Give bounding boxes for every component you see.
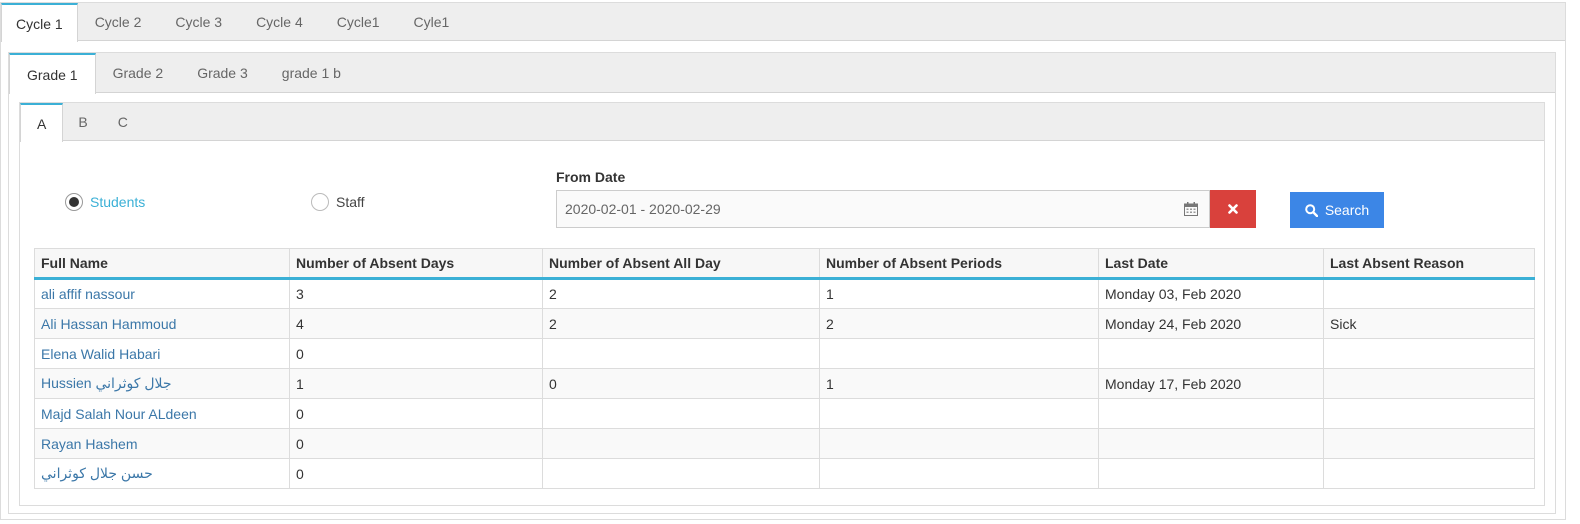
table-row: Hussien جلال كوثراني 1 0 1 Monday 17, Fe… xyxy=(34,368,1535,399)
absence-table: Full Name Number of Absent Days Number o… xyxy=(34,248,1535,489)
from-date-label: From Date xyxy=(556,169,626,185)
student-name-link[interactable]: Rayan Hashem xyxy=(34,428,290,459)
table-row: حسن جلال كوثراني 0 xyxy=(34,458,1535,489)
cell-last-reason xyxy=(1323,458,1535,489)
student-name-link[interactable]: Hussien جلال كوثراني xyxy=(34,368,290,399)
grade-tab-bar: Grade 1 Grade 2 Grade 3 grade 1 b xyxy=(9,53,1555,94)
search-button[interactable]: Search xyxy=(1290,192,1384,228)
cell-absent-all-day xyxy=(542,398,820,429)
student-name-link[interactable]: Elena Walid Habari xyxy=(34,338,290,369)
date-range-input[interactable]: 2020-02-01 - 2020-02-29 xyxy=(556,190,1210,228)
cell-last-date xyxy=(1098,428,1324,459)
header-absent-periods[interactable]: Number of Absent Periods xyxy=(819,248,1099,280)
tab-cyle1[interactable]: Cyle1 xyxy=(397,3,467,41)
cell-last-date xyxy=(1098,458,1324,489)
cell-last-reason xyxy=(1323,278,1535,309)
tab-section-c[interactable]: C xyxy=(103,103,143,141)
cell-absent-days: 0 xyxy=(289,458,543,489)
search-button-label: Search xyxy=(1324,202,1370,218)
students-radio[interactable]: Students xyxy=(65,193,145,211)
radio-unchecked-icon xyxy=(311,193,329,211)
tab-cycle-3[interactable]: Cycle 3 xyxy=(158,3,239,41)
table-row: Rayan Hashem 0 xyxy=(34,428,1535,459)
header-last-date[interactable]: Last Date xyxy=(1098,248,1324,280)
grade-tabs-panel: Grade 1 Grade 2 Grade 3 grade 1 b A B C … xyxy=(8,52,1556,514)
header-absent-all-day[interactable]: Number of Absent All Day xyxy=(542,248,820,280)
cell-last-date: Monday 24, Feb 2020 xyxy=(1098,308,1324,339)
cell-absent-days: 1 xyxy=(289,368,543,399)
cell-absent-days: 0 xyxy=(289,428,543,459)
tab-grade-2[interactable]: Grade 2 xyxy=(96,53,181,93)
cycle-tab-bar: Cycle 1 Cycle 2 Cycle 3 Cycle 4 Cycle1 C… xyxy=(1,3,1565,42)
table-row: Elena Walid Habari 0 xyxy=(34,338,1535,369)
header-absent-days[interactable]: Number of Absent Days xyxy=(289,248,543,280)
staff-radio[interactable]: Staff xyxy=(311,193,365,211)
date-range-value: 2020-02-01 - 2020-02-29 xyxy=(565,201,721,217)
student-name-link[interactable]: ali affif nassour xyxy=(34,278,290,309)
cell-last-date xyxy=(1098,398,1324,429)
cell-absent-periods: 1 xyxy=(819,368,1099,399)
student-name-link[interactable]: حسن جلال كوثراني xyxy=(34,458,290,489)
times-icon xyxy=(1228,204,1238,214)
radio-checked-icon xyxy=(65,193,83,211)
cell-absent-days: 4 xyxy=(289,308,543,339)
clear-date-button[interactable] xyxy=(1210,190,1256,228)
table-header-row: Full Name Number of Absent Days Number o… xyxy=(34,248,1535,280)
cell-absent-all-day: 0 xyxy=(542,368,820,399)
cell-last-reason xyxy=(1323,338,1535,369)
cell-absent-periods xyxy=(819,428,1099,459)
cell-last-date: Monday 03, Feb 2020 xyxy=(1098,278,1324,309)
student-name-link[interactable]: Majd Salah Nour ALdeen xyxy=(34,398,290,429)
table-row: Ali Hassan Hammoud 4 2 2 Monday 24, Feb … xyxy=(34,308,1535,339)
cell-absent-days: 3 xyxy=(289,278,543,309)
header-full-name[interactable]: Full Name xyxy=(34,248,290,280)
staff-radio-label: Staff xyxy=(336,194,365,210)
table-row: ali affif nassour 3 2 1 Monday 03, Feb 2… xyxy=(34,278,1535,309)
cell-absent-all-day xyxy=(542,458,820,489)
cell-last-reason xyxy=(1323,398,1535,429)
cell-last-reason: Sick xyxy=(1323,308,1535,339)
cell-last-date xyxy=(1098,338,1324,369)
section-tab-bar: A B C xyxy=(20,103,1544,142)
cell-absent-periods xyxy=(819,458,1099,489)
section-tabs-panel: A B C Students Staff From Date 2020-02-0… xyxy=(19,102,1545,506)
table-row: Majd Salah Nour ALdeen 0 xyxy=(34,398,1535,429)
cell-absent-periods xyxy=(819,338,1099,369)
cell-absent-periods xyxy=(819,398,1099,429)
cell-absent-periods: 1 xyxy=(819,278,1099,309)
cell-absent-all-day: 2 xyxy=(542,308,820,339)
tab-grade-1-b[interactable]: grade 1 b xyxy=(265,53,358,93)
calendar-icon[interactable] xyxy=(1184,202,1198,216)
tab-cycle-1[interactable]: Cycle 1 xyxy=(1,3,78,42)
tab-cycle-2[interactable]: Cycle 2 xyxy=(78,3,159,41)
tab-grade-3[interactable]: Grade 3 xyxy=(180,53,265,93)
tab-section-a[interactable]: A xyxy=(20,103,64,142)
cell-absent-days: 0 xyxy=(289,338,543,369)
cycle-tabs-panel: Cycle 1 Cycle 2 Cycle 3 Cycle 4 Cycle1 C… xyxy=(0,2,1566,520)
cell-last-date: Monday 17, Feb 2020 xyxy=(1098,368,1324,399)
tab-section-b[interactable]: B xyxy=(63,103,102,141)
magnifier-icon xyxy=(1305,203,1318,217)
cell-absent-periods: 2 xyxy=(819,308,1099,339)
tab-cycle1[interactable]: Cycle1 xyxy=(320,3,397,41)
tab-cycle-4[interactable]: Cycle 4 xyxy=(239,3,320,41)
cell-last-reason xyxy=(1323,368,1535,399)
tab-grade-1[interactable]: Grade 1 xyxy=(9,53,96,94)
cell-absent-all-day: 2 xyxy=(542,278,820,309)
cell-absent-all-day xyxy=(542,338,820,369)
student-name-link[interactable]: Ali Hassan Hammoud xyxy=(34,308,290,339)
header-last-absent-reason[interactable]: Last Absent Reason xyxy=(1323,248,1535,280)
cell-absent-days: 0 xyxy=(289,398,543,429)
cell-absent-all-day xyxy=(542,428,820,459)
cell-last-reason xyxy=(1323,428,1535,459)
students-radio-label: Students xyxy=(90,194,146,210)
